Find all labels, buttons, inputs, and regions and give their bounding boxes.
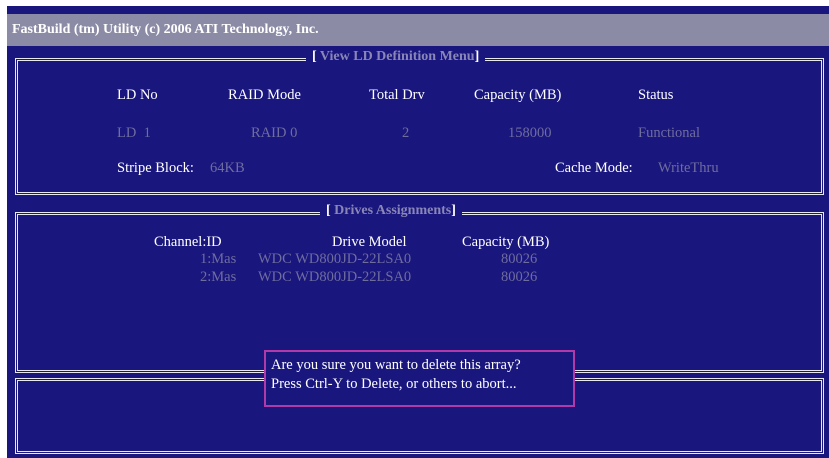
dialog-question: Are you sure you want to delete this arr… [271, 357, 521, 373]
ld-total-drv: 2 [402, 125, 410, 141]
drives-assignments-title: [ Drives Assignments] [320, 203, 462, 219]
drive-2-channel: 2:Mas [200, 269, 237, 285]
drive-2-capacity: 80026 [501, 269, 538, 285]
header-raid-mode: RAID Mode [228, 87, 301, 103]
cache-mode-label: Cache Mode: [555, 160, 633, 176]
drives-assignments-title-text: Drives Assignments [334, 203, 452, 218]
delete-confirm-dialog[interactable]: Are you sure you want to delete this arr… [264, 350, 575, 407]
stripe-block-value: 64KB [210, 160, 245, 176]
header-drive-capacity: Capacity (MB) [462, 234, 550, 250]
header-total-drv: Total Drv [369, 87, 425, 103]
ld-raid-mode: RAID 0 [251, 125, 298, 141]
drive-2-model: WDC WD800JD-22LSA0 [258, 269, 412, 285]
header-drive-model: Drive Model [332, 234, 407, 250]
ld-number[interactable]: LD 1 [117, 125, 151, 142]
ld-definition-title-text: View LD Definition Menu [319, 49, 475, 64]
drive-1-capacity: 80026 [501, 251, 538, 267]
drive-1-model: WDC WD800JD-22LSA0 [258, 251, 412, 267]
stripe-block-label: Stripe Block: [117, 160, 194, 176]
dialog-instruction: Press Ctrl-Y to Delete, or others to abo… [271, 376, 517, 392]
bios-screen: FastBuild (tm) Utility (c) 2006 ATI Tech… [7, 6, 829, 458]
drive-1-channel: 1:Mas [200, 251, 237, 267]
ld-capacity: 158000 [508, 125, 552, 141]
app-title: FastBuild (tm) Utility (c) 2006 ATI Tech… [7, 14, 829, 46]
ld-definition-panel: [ View LD Definition Menu] LD No RAID Mo… [15, 49, 824, 195]
header-ld-no: LD No [117, 87, 158, 103]
drives-assignments-panel: [ Drives Assignments] Channel:ID Drive M… [15, 203, 824, 373]
ld-status: Functional [638, 125, 701, 141]
cache-mode-value: WriteThru [658, 160, 719, 176]
ld-definition-title: [ View LD Definition Menu] [306, 49, 486, 65]
header-status: Status [638, 87, 674, 103]
header-channel-id: Channel:ID [154, 234, 222, 250]
header-capacity: Capacity (MB) [474, 87, 562, 103]
